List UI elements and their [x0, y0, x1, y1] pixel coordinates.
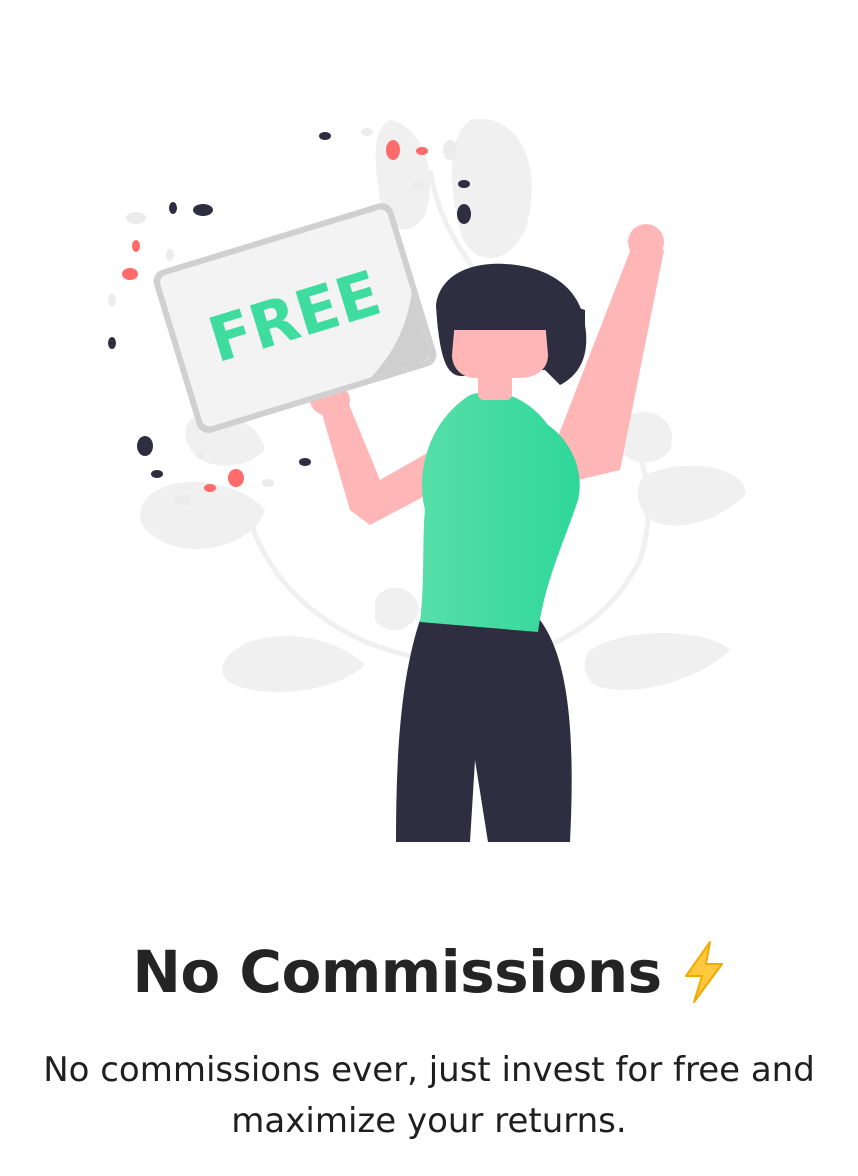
page-description: No commissions ever, just invest for fre…: [43, 1050, 815, 1141]
title-row: No Commissions: [0, 932, 858, 1012]
onboarding-illustration: FREE: [0, 0, 858, 900]
page-title: No Commissions: [132, 938, 662, 1006]
free-woman-illustration: FREE: [108, 118, 746, 842]
lightning-bolt-icon: [680, 940, 726, 1004]
free-sign: FREE: [153, 203, 437, 433]
